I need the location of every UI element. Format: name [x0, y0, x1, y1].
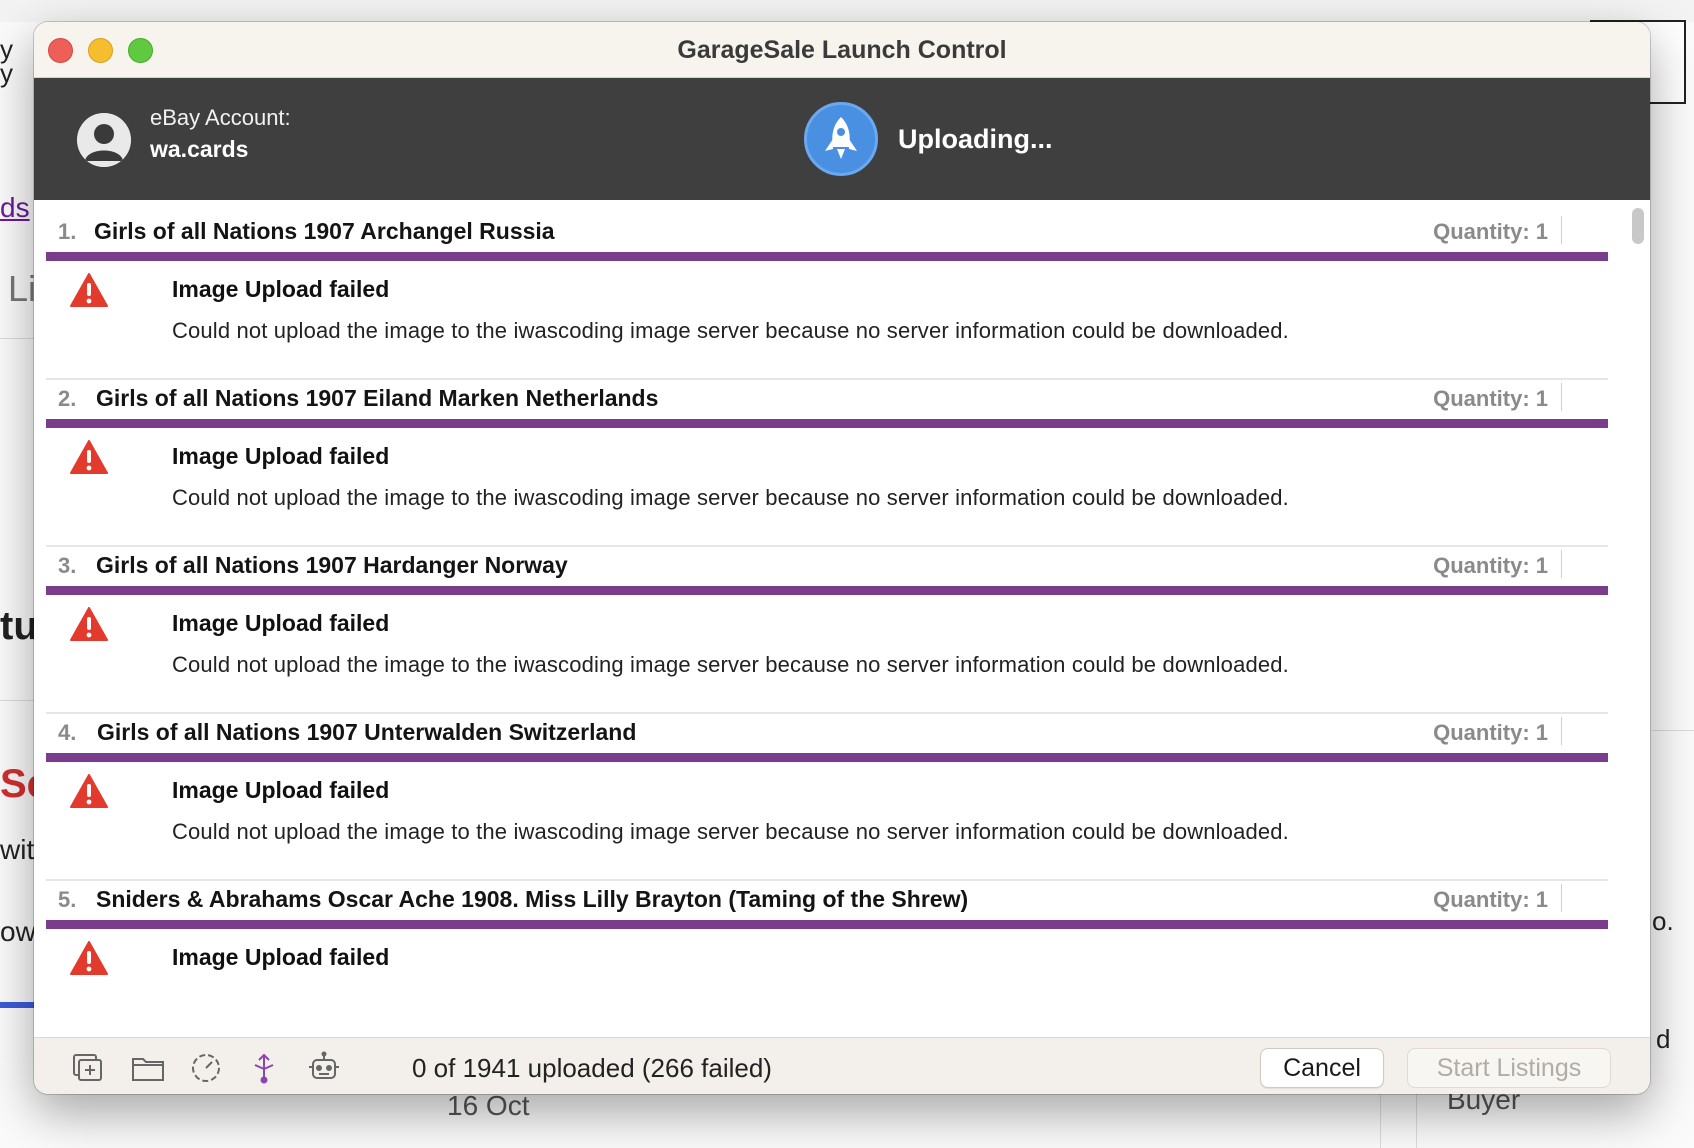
- add-listing-icon[interactable]: [70, 1051, 106, 1085]
- listing-title: Girls of all Nations 1907 Hardanger Norw…: [96, 552, 568, 578]
- listing-number: 1.: [58, 219, 77, 244]
- listing-progress-bar: [46, 252, 1608, 261]
- background-divider: [1416, 1094, 1417, 1148]
- background-text: tu: [0, 604, 38, 648]
- listing-item[interactable]: 4. Girls of all Nations 1907 Unterwalden…: [46, 701, 1608, 881]
- warning-icon: [70, 774, 108, 808]
- error-title: Image Upload failed: [172, 610, 390, 636]
- listing-number: 2.: [58, 386, 77, 411]
- background-text: y: [0, 58, 13, 88]
- upload-status: Uploading...: [898, 124, 1053, 154]
- listing-progress-bar: [46, 586, 1608, 595]
- listing-title: Girls of all Nations 1907 Unterwalden Sw…: [97, 719, 637, 745]
- launch-control-window: GarageSale Launch Control eBay Account: …: [34, 22, 1650, 1094]
- error-title: Image Upload failed: [172, 276, 390, 302]
- background-text: o.: [1652, 906, 1674, 936]
- start-listings-button[interactable]: Start Listings: [1407, 1048, 1611, 1088]
- quantity-divider: [1561, 550, 1562, 578]
- listing-progress-bar: [46, 920, 1608, 929]
- background-text: 16 Oct: [447, 1090, 530, 1121]
- listing-title: Girls of all Nations 1907 Archangel Russ…: [94, 218, 555, 244]
- error-title: Image Upload failed: [172, 443, 390, 469]
- background-topbar: [0, 0, 1694, 22]
- listing-quantity: Quantity: 1: [1433, 887, 1548, 912]
- rocket-icon: [804, 102, 878, 176]
- quantity-divider: [1561, 216, 1562, 244]
- background-text: wit: [0, 834, 35, 865]
- account-name: wa.cards: [150, 136, 249, 162]
- warning-icon: [70, 607, 108, 641]
- listing-item[interactable]: 5. Sniders & Abrahams Oscar Ache 1908. M…: [46, 868, 1608, 1037]
- title-bar[interactable]: GarageSale Launch Control: [34, 22, 1650, 78]
- clock-icon[interactable]: [188, 1051, 224, 1085]
- background-text: Li: [8, 268, 37, 309]
- warning-icon: [70, 273, 108, 307]
- warning-icon: [70, 440, 108, 474]
- avatar-icon: [77, 113, 131, 167]
- error-title: Image Upload failed: [172, 777, 390, 803]
- listing-progress-bar: [46, 753, 1608, 762]
- listing-item[interactable]: 2. Girls of all Nations 1907 Eiland Mark…: [46, 367, 1608, 547]
- background-link: ds: [0, 192, 30, 223]
- account-label: eBay Account:: [150, 105, 291, 130]
- listing-number: 4.: [58, 720, 77, 745]
- listing-quantity: Quantity: 1: [1433, 386, 1548, 411]
- background-divider: [1380, 1094, 1381, 1148]
- cancel-button[interactable]: Cancel: [1260, 1048, 1384, 1088]
- warning-icon: [70, 941, 108, 975]
- listing-quantity: Quantity: 1: [1433, 553, 1548, 578]
- quantity-divider: [1561, 383, 1562, 411]
- error-title: Image Upload failed: [172, 944, 390, 970]
- error-message: Could not upload the image to the iwasco…: [172, 652, 1289, 677]
- footer-toolbar: 0 of 1941 uploaded (266 failed) Cancel S…: [34, 1037, 1650, 1094]
- listing-quantity: Quantity: 1: [1433, 219, 1548, 244]
- window-title: GarageSale Launch Control: [677, 36, 1007, 64]
- listing-list[interactable]: 1. Girls of all Nations 1907 Archangel R…: [34, 200, 1650, 1037]
- listing-progress-bar: [46, 419, 1608, 428]
- list-scrollbar[interactable]: [1632, 208, 1644, 244]
- error-message: Could not upload the image to the iwasco…: [172, 318, 1289, 343]
- share-icon[interactable]: [246, 1051, 282, 1085]
- error-message: Could not upload the image to the iwasco…: [172, 819, 1289, 844]
- listing-title: Girls of all Nations 1907 Eiland Marken …: [96, 385, 659, 411]
- background-divider: [1652, 730, 1694, 731]
- quantity-divider: [1561, 884, 1562, 912]
- error-message: Could not upload the image to the iwasco…: [172, 485, 1289, 510]
- quantity-divider: [1561, 717, 1562, 745]
- background-text: ow: [0, 916, 36, 947]
- listing-quantity: Quantity: 1: [1433, 720, 1548, 745]
- listing-number: 3.: [58, 553, 77, 578]
- background-text: d: [1656, 1024, 1671, 1054]
- account-header: eBay Account: wa.cards Uploading...: [34, 78, 1650, 200]
- upload-progress-text: 0 of 1941 uploaded (266 failed): [412, 1053, 772, 1083]
- folder-icon[interactable]: [130, 1051, 166, 1085]
- robot-icon[interactable]: [306, 1051, 342, 1085]
- listing-number: 5.: [58, 887, 77, 912]
- listing-item[interactable]: 3. Girls of all Nations 1907 Hardanger N…: [46, 534, 1608, 714]
- listing-item[interactable]: 1. Girls of all Nations 1907 Archangel R…: [46, 200, 1608, 380]
- listing-title: Sniders & Abrahams Oscar Ache 1908. Miss…: [96, 886, 969, 912]
